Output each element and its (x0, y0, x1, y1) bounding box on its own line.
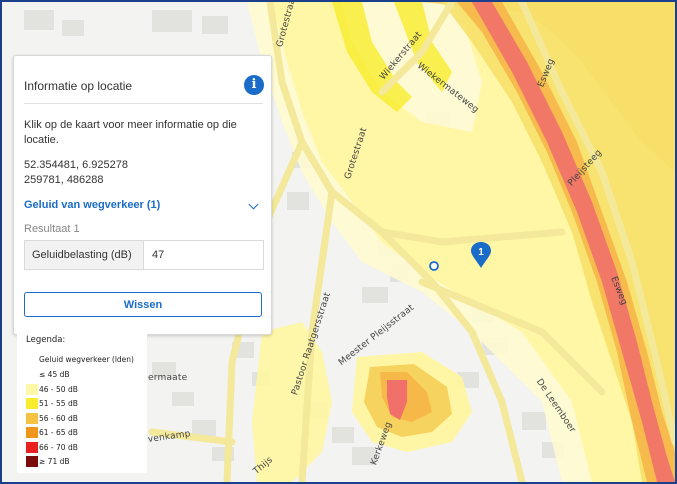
legend-subtitle: Geluid wegverkeer (lden) (39, 355, 134, 364)
result-row: Geluidbelasting (dB) 47 (24, 240, 264, 270)
legend-label: 56 - 60 dB (39, 413, 78, 423)
clicked-location-point (429, 261, 439, 271)
legend-swatch (26, 441, 38, 453)
legend-swatch (26, 383, 38, 395)
layer-title-road-noise[interactable]: Geluid van wegverkeer (1) (24, 199, 160, 211)
legend-swatch (26, 412, 38, 424)
legend-swatch (26, 398, 38, 409)
legend-title: Legenda: (26, 335, 66, 345)
legend-label: ≥ 71 dB (39, 457, 70, 466)
result-value: 47 (152, 249, 165, 261)
legend-label: 51 - 55 dB (39, 399, 78, 408)
panel-title: Informatie op locatie (24, 79, 133, 93)
legend-swatch (26, 456, 38, 467)
coords-rd: 259781, 486288 (24, 174, 104, 186)
location-info-panel: Informatie op locatie i Klik op de kaart… (13, 55, 272, 335)
help-text: Klik op de kaart voor meer informatie op… (24, 119, 237, 146)
info-icon[interactable]: i (244, 75, 264, 95)
street-label-ermaate: ermaate (148, 373, 188, 383)
legend-swatch (26, 369, 38, 380)
legend-label: 46 - 50 dB (39, 384, 78, 394)
coords-wgs84: 52.354481, 6.925278 (24, 159, 128, 171)
legend-label: 61 - 65 dB (39, 428, 78, 437)
legend-swatch (26, 427, 38, 438)
result-label: Resultaat 1 (24, 223, 80, 235)
map-legend: Legenda: Geluid wegverkeer (lden) ≤ 45 d… (17, 326, 147, 473)
chevron-down-icon[interactable] (248, 199, 259, 210)
legend-label: ≤ 45 dB (39, 370, 70, 379)
clear-button[interactable]: Wissen (24, 292, 262, 317)
legend-label: 66 - 70 dB (39, 442, 78, 452)
result-key: Geluidbelasting (dB) (25, 241, 144, 269)
map-frame: 1 Grotestraat Grotestraat Wiekerstraat W… (0, 0, 677, 484)
panel-divider (24, 103, 263, 104)
result-marker-label: 1 (478, 247, 484, 258)
